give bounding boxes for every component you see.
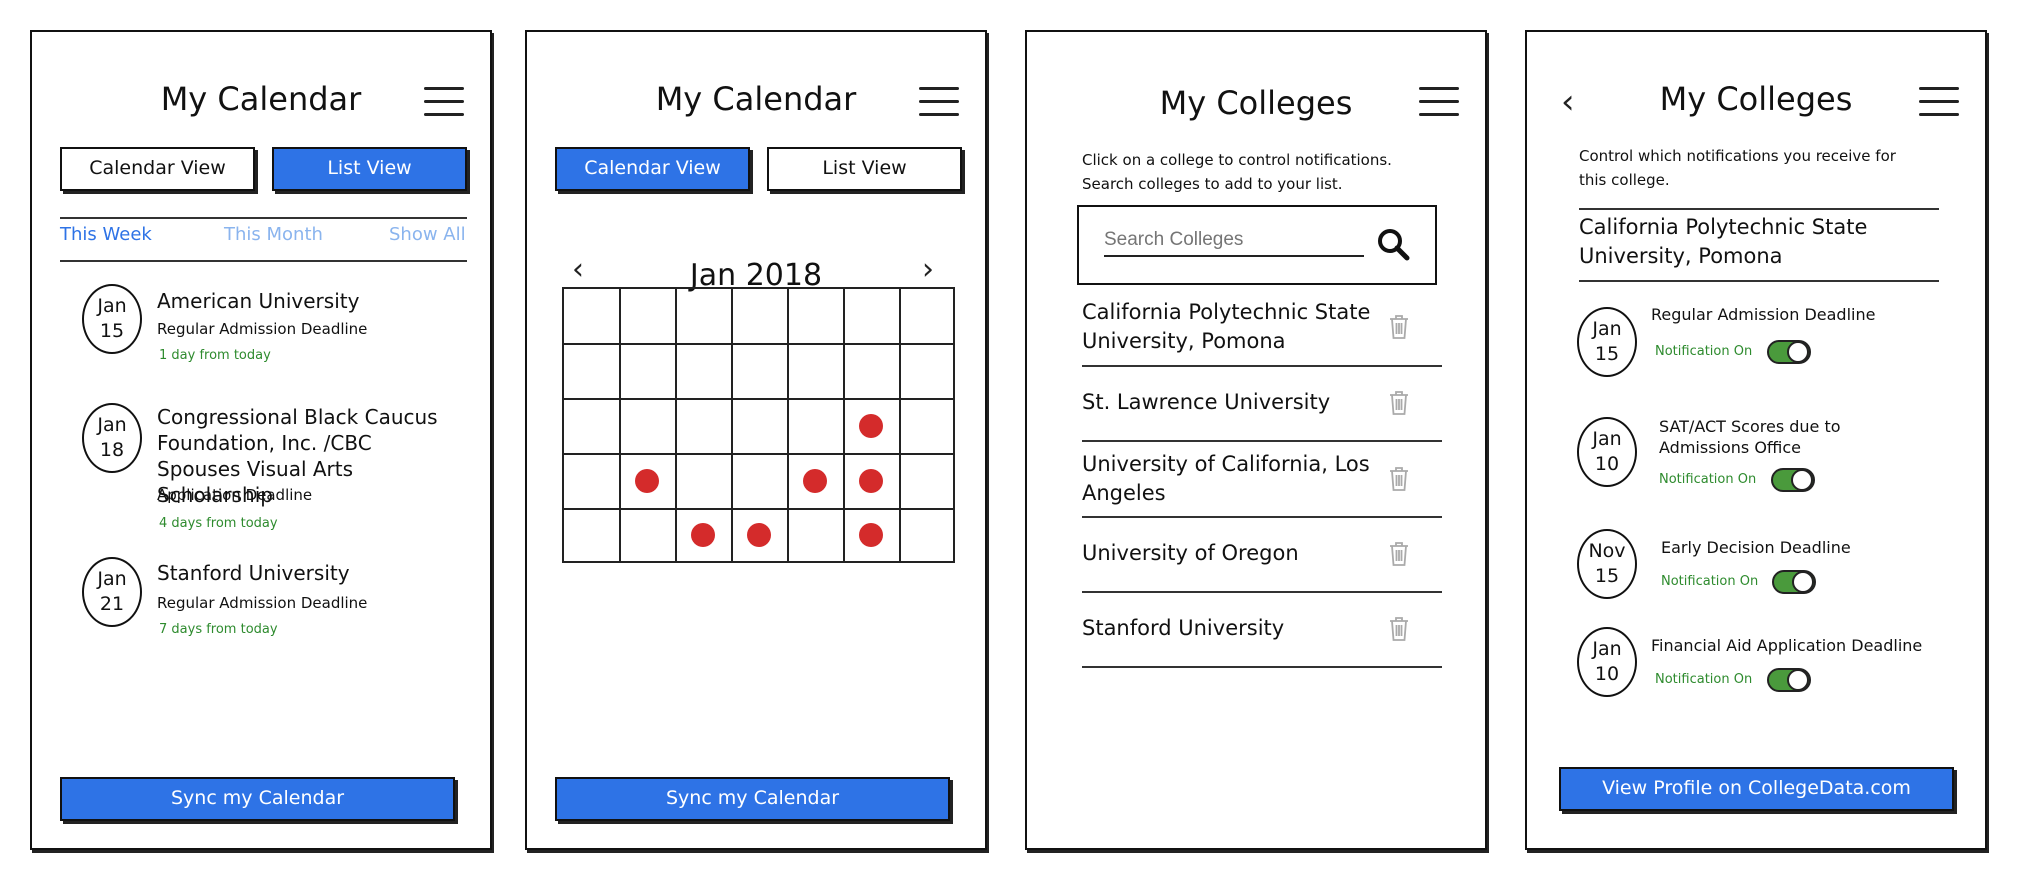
divider: [1082, 591, 1442, 593]
hamburger-icon[interactable]: [919, 87, 959, 121]
date-badge: Jan 10: [1577, 627, 1637, 697]
event-dot[interactable]: [747, 523, 771, 547]
college-name[interactable]: California Polytechnic State University,…: [1082, 298, 1372, 356]
divider: [1082, 666, 1442, 668]
event-dot[interactable]: [859, 523, 883, 547]
list-view-button[interactable]: List View: [272, 147, 467, 191]
search-icon[interactable]: [1376, 227, 1410, 261]
calendar-grid[interactable]: [562, 287, 955, 563]
event-title: American University: [157, 289, 360, 313]
event-subtitle: Regular Admission Deadline: [157, 320, 368, 338]
search-box[interactable]: [1077, 205, 1437, 285]
instruction-text: Click on a college to control notificati…: [1082, 151, 1392, 169]
trash-icon[interactable]: [1388, 541, 1410, 567]
notification-toggle[interactable]: [1767, 340, 1811, 364]
event-title: Stanford University: [157, 561, 350, 585]
deadline-title: SAT/ACT Scores due to Admissions Office: [1659, 417, 1841, 457]
divider: [60, 217, 467, 219]
college-name[interactable]: Stanford University: [1082, 614, 1284, 643]
hamburger-icon[interactable]: [1919, 87, 1959, 121]
page-title: My Colleges: [1659, 80, 1853, 118]
list-view-button[interactable]: List View: [767, 147, 962, 191]
event-dot[interactable]: [635, 469, 659, 493]
calendar-view-button[interactable]: Calendar View: [555, 147, 750, 191]
instruction-text: Control which notifications you receive …: [1579, 147, 1896, 189]
filter-show-all[interactable]: Show All: [389, 224, 466, 245]
notification-status: Notification On: [1661, 574, 1759, 589]
trash-icon[interactable]: [1388, 466, 1410, 492]
filter-this-week[interactable]: This Week: [60, 224, 152, 245]
page-title: My Calendar: [160, 80, 362, 118]
deadline-title: Regular Admission Deadline: [1651, 305, 1876, 324]
divider: [60, 260, 467, 262]
event-relative-date: 1 day from today: [159, 348, 271, 363]
date-badge: Jan 18: [82, 403, 142, 473]
divider: [1579, 280, 1939, 282]
divider: [1082, 440, 1442, 442]
college-detail-screen: ‹ My Colleges Control which notification…: [1525, 30, 1987, 850]
notification-status: Notification On: [1659, 472, 1757, 487]
date-badge: Jan 10: [1577, 417, 1637, 487]
event-dot[interactable]: [859, 414, 883, 438]
date-badge: Nov 15: [1577, 529, 1637, 599]
college-name[interactable]: St. Lawrence University: [1082, 388, 1330, 417]
view-profile-button[interactable]: View Profile on CollegeData.com: [1559, 767, 1954, 811]
sync-calendar-button[interactable]: Sync my Calendar: [60, 777, 455, 821]
event-dot[interactable]: [859, 469, 883, 493]
deadline-title: Financial Aid Application Deadline: [1651, 636, 1923, 655]
date-badge: Jan 21: [82, 557, 142, 627]
trash-icon[interactable]: [1388, 390, 1410, 416]
filter-this-month[interactable]: This Month: [224, 224, 323, 245]
notification-toggle[interactable]: [1767, 668, 1811, 692]
college-name[interactable]: University of Oregon: [1082, 539, 1299, 568]
event-relative-date: 4 days from today: [159, 516, 278, 531]
trash-icon[interactable]: [1388, 616, 1410, 642]
deadline-title: Early Decision Deadline: [1661, 538, 1851, 557]
notification-toggle[interactable]: [1772, 570, 1816, 594]
divider: [1082, 516, 1442, 518]
hamburger-icon[interactable]: [1419, 87, 1459, 121]
page-title: My Calendar: [655, 80, 857, 118]
notification-status: Notification On: [1655, 344, 1753, 359]
notification-toggle[interactable]: [1771, 468, 1815, 492]
date-badge: Jan 15: [1577, 307, 1637, 377]
college-name: California Polytechnic State University,…: [1579, 215, 1868, 268]
sync-calendar-button[interactable]: Sync my Calendar: [555, 777, 950, 821]
hamburger-icon[interactable]: [424, 87, 464, 121]
event-dot[interactable]: [691, 523, 715, 547]
college-name[interactable]: University of California, Los Angeles: [1082, 450, 1372, 508]
event-subtitle: Regular Admission Deadline: [157, 594, 368, 612]
calendar-month-screen: My Calendar Calendar View List View ‹ Ja…: [525, 30, 987, 850]
divider: [1579, 208, 1939, 210]
notification-status: Notification On: [1655, 672, 1753, 687]
trash-icon[interactable]: [1388, 314, 1410, 340]
event-subtitle: Application Deadline: [157, 486, 313, 504]
search-input[interactable]: [1104, 225, 1364, 257]
divider: [1082, 365, 1442, 367]
page-title: My Colleges: [1159, 84, 1353, 122]
event-dot[interactable]: [803, 469, 827, 493]
date-badge: Jan 15: [82, 284, 142, 354]
instruction-text: Search colleges to add to your list.: [1082, 175, 1343, 193]
event-relative-date: 7 days from today: [159, 622, 278, 637]
colleges-screen: My Colleges Click on a college to contro…: [1025, 30, 1487, 850]
calendar-view-button[interactable]: Calendar View: [60, 147, 255, 191]
next-month-icon[interactable]: ›: [922, 252, 934, 287]
calendar-list-screen: My Calendar Calendar View List View This…: [30, 30, 492, 850]
